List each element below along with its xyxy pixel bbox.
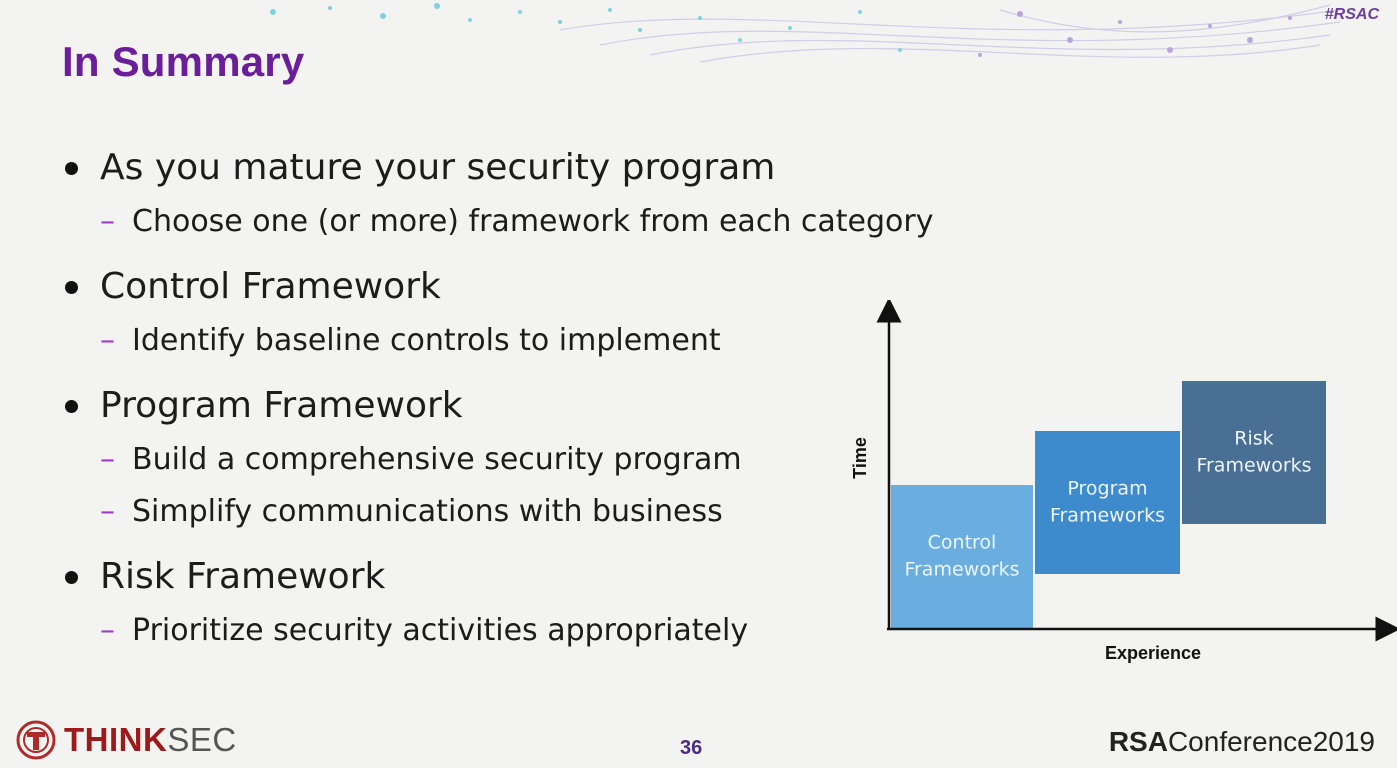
rsa-conference-logo: RSAConference2019 [1109, 726, 1375, 758]
x-axis-label: Experience [1105, 643, 1201, 663]
sub-bullet-item: – Identify baseline controls to implement [62, 315, 842, 367]
page-number: 36 [680, 737, 703, 759]
dash-marker: – [100, 204, 115, 239]
y-axis-label: Time [850, 437, 870, 479]
hashtag-label: #RSAC [1324, 6, 1379, 23]
bullet-item: Risk Framework [62, 549, 842, 605]
bullet-item: As you mature your security program [62, 140, 842, 196]
bullet-item: Control Framework [62, 259, 842, 315]
thinksec-logo: THINKSEC [16, 720, 237, 760]
logo-sec-text: SEC [167, 721, 237, 758]
sub-bullet-item: – Simplify communications with business [62, 486, 842, 538]
dash-marker: – [100, 494, 115, 529]
rsa-logo-bold: RSA [1108, 726, 1168, 757]
bullet-item: Program Framework [62, 378, 842, 434]
chart-step-1 [891, 485, 1033, 628]
sub-bullet-item: – Build a comprehensive security program [62, 434, 842, 486]
thinksec-logo-icon [16, 720, 56, 760]
sub-bullet-item: – Choose one (or more) framework from eac… [62, 196, 933, 248]
bullet-list: As you mature your security program – Cho… [62, 140, 933, 657]
dash-marker: – [100, 323, 115, 358]
framework-maturity-chart: Control FrameworksProgram FrameworksRisk Fr… [850, 300, 1397, 663]
sub-bullet-text: Simplify communications with business [132, 494, 723, 529]
sub-bullet-item: – Prioritize security activities appropri… [62, 605, 842, 657]
slide-title: In Summary [62, 38, 305, 85]
sub-bullet-text: Choose one (or more) framework from each… [132, 204, 934, 239]
sub-bullet-text: Identify baseline controls to implement [132, 323, 721, 358]
rsa-logo-rest: Conference2019 [1167, 726, 1375, 757]
sub-bullet-text: Build a comprehensive security program [132, 442, 742, 477]
chart-step-2 [1035, 431, 1180, 574]
logo-think-text: THINK [64, 721, 168, 758]
chart-step-3 [1182, 381, 1326, 524]
dash-marker: – [100, 442, 115, 477]
sub-bullet-text: Prioritize security activities appropria… [132, 613, 749, 648]
dash-marker: – [100, 613, 115, 648]
